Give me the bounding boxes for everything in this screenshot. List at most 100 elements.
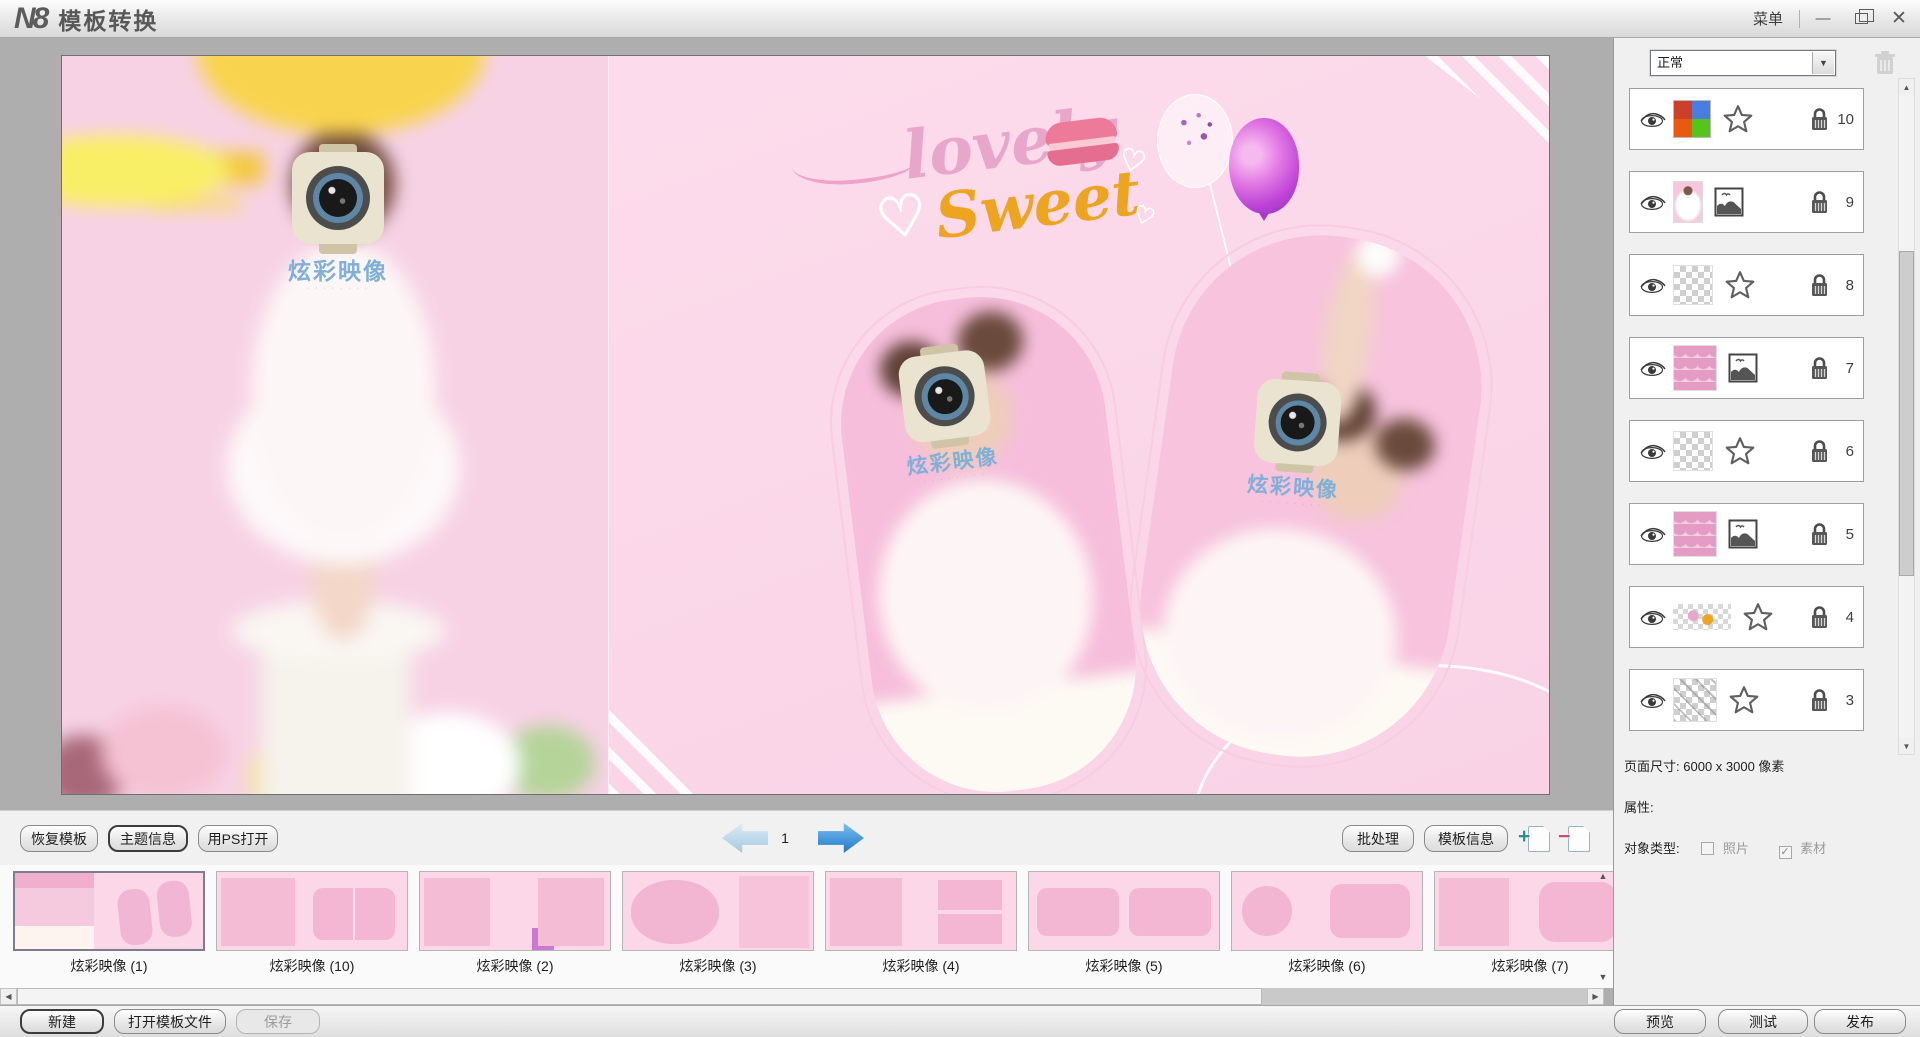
layer-row[interactable]: 10 <box>1629 88 1864 150</box>
right-page[interactable]: lovely Sweet ♡ ♡ ♡ 炫彩映像 <box>609 56 1550 795</box>
blend-mode-select[interactable]: 正常 ▼ <box>1650 50 1836 76</box>
next-page-button[interactable] <box>818 823 864 853</box>
chevron-down-icon[interactable]: ▼ <box>1812 52 1834 74</box>
lock-icon[interactable] <box>1809 272 1830 298</box>
eye-icon[interactable] <box>1639 443 1666 460</box>
layer-thumbnail <box>1673 100 1711 138</box>
scroll-right-icon[interactable]: ▶ <box>1587 988 1604 1005</box>
workspace: 炫彩映像 · · · · · · · · lovely Sweet ♡ ♡ ♡ <box>0 38 1613 810</box>
filmstrip-scrollbar[interactable]: ◀ ▶ <box>0 988 1604 1005</box>
scrollbar-thumb[interactable] <box>1899 251 1914 576</box>
page-thumbnail-label: 炫彩映像 (5) <box>1028 956 1220 976</box>
watermark-text: 炫彩映像 <box>278 252 398 286</box>
layer-row[interactable]: 4 <box>1629 586 1864 648</box>
eye-icon[interactable] <box>1639 692 1666 709</box>
star-icon <box>1724 435 1756 467</box>
confetti-balloon <box>1157 94 1233 188</box>
layers-scrollbar[interactable]: ▲ ▼ <box>1898 78 1915 755</box>
material-checkbox[interactable]: ✓ <box>1779 846 1792 859</box>
star-icon <box>1728 684 1760 716</box>
filmstrip-item[interactable]: 炫彩映像 (10) <box>216 871 408 976</box>
filmstrip-item[interactable]: 炫彩映像 (7) <box>1434 871 1613 976</box>
publish-button[interactable]: 发布 <box>1814 1009 1906 1034</box>
layer-thumbnail <box>1673 265 1713 305</box>
page-filmstrip: 炫彩映像 (1) 炫彩映像 (10) 炫彩映像 (2) 炫彩映像 (3) 炫彩映… <box>0 865 1613 988</box>
layer-row[interactable]: 6 <box>1629 420 1864 482</box>
left-page-photo[interactable]: 炫彩映像 · · · · · · · · <box>62 56 609 795</box>
filmstrip-item[interactable]: 炫彩映像 (4) <box>825 871 1017 976</box>
panel-info: 页面尺寸: 6000 x 3000 像素 属性: 对象类型: 照片 ✓ 素材 <box>1624 756 1914 881</box>
layer-number: 9 <box>1830 194 1854 211</box>
eye-icon[interactable] <box>1639 360 1666 377</box>
lock-icon[interactable] <box>1809 355 1830 381</box>
eye-icon[interactable] <box>1639 111 1666 128</box>
filmstrip-item[interactable]: 炫彩映像 (1) <box>13 871 205 976</box>
title-bar: N8 模板转换 菜单 — ✕ <box>0 0 1920 38</box>
new-button[interactable]: 新建 <box>20 1009 104 1034</box>
page-thumbnail-label: 炫彩映像 (6) <box>1231 956 1423 976</box>
page-thumbnail-label: 炫彩映像 (10) <box>216 956 408 976</box>
restore-button[interactable] <box>1844 6 1878 32</box>
lock-icon[interactable] <box>1809 521 1830 547</box>
test-button[interactable]: 测试 <box>1718 1009 1808 1034</box>
add-page-button[interactable]: + <box>1518 824 1552 854</box>
material-checkbox-label: 素材 <box>1800 841 1826 856</box>
prev-page-button[interactable] <box>722 823 768 853</box>
scroll-down-icon[interactable]: ▼ <box>1899 738 1914 754</box>
scroll-up-icon[interactable]: ▲ <box>1899 79 1914 95</box>
layer-row[interactable]: 9 <box>1629 171 1864 233</box>
theme-info-button[interactable]: 主题信息 <box>108 825 188 852</box>
minimize-button[interactable]: — <box>1806 6 1840 32</box>
layer-row[interactable]: 3 <box>1629 669 1864 731</box>
filmstrip-item[interactable]: 炫彩映像 (3) <box>622 871 814 976</box>
macaron-decor <box>1044 116 1121 168</box>
app-logo: N8 <box>14 2 46 36</box>
layer-number: 7 <box>1830 360 1854 377</box>
filmstrip-item[interactable]: 炫彩映像 (6) <box>1231 871 1423 976</box>
eye-icon[interactable] <box>1639 609 1666 626</box>
batch-process-button[interactable]: 批处理 <box>1342 825 1414 852</box>
close-button[interactable]: ✕ <box>1882 6 1916 32</box>
layer-thumbnail <box>1673 604 1731 630</box>
template-info-button[interactable]: 模板信息 <box>1424 825 1508 852</box>
layers-panel: 正常 ▼ 10 9 8 7 6 <box>1613 38 1920 1005</box>
page-size-label: 页面尺寸: <box>1624 759 1680 774</box>
scroll-up-icon[interactable]: ▲ <box>1596 869 1610 883</box>
filmstrip-item[interactable]: 炫彩映像 (2) <box>419 871 611 976</box>
photo-checkbox[interactable] <box>1701 842 1714 855</box>
eye-icon[interactable] <box>1639 277 1666 294</box>
bottom-bar: 新建 打开模板文件 保存 预览 测试 发布 <box>0 1005 1920 1037</box>
scrollbar-thumb[interactable] <box>17 988 1262 1005</box>
design-canvas[interactable]: 炫彩映像 · · · · · · · · lovely Sweet ♡ ♡ ♡ <box>61 55 1550 795</box>
object-type-label: 对象类型: <box>1624 841 1680 856</box>
lock-icon[interactable] <box>1809 438 1830 464</box>
lock-icon[interactable] <box>1809 189 1830 215</box>
trash-icon[interactable] <box>1870 48 1900 78</box>
lock-icon[interactable] <box>1809 604 1830 630</box>
lock-icon[interactable] <box>1809 687 1830 713</box>
page-thumbnail <box>419 871 611 951</box>
scroll-down-icon[interactable]: ▼ <box>1596 970 1610 984</box>
open-in-ps-button[interactable]: 用PS打开 <box>198 825 278 852</box>
layer-row[interactable]: 7 <box>1629 337 1864 399</box>
watermark-dots: · · · · · · · · <box>278 286 398 292</box>
heart-decor: ♡ <box>1115 141 1150 181</box>
menu-button[interactable]: 菜单 <box>1743 4 1793 33</box>
star-icon <box>1742 601 1774 633</box>
star-icon <box>1722 103 1754 135</box>
eye-icon[interactable] <box>1639 526 1666 543</box>
stripe-decor <box>609 671 759 795</box>
lock-icon[interactable] <box>1809 106 1830 132</box>
layer-row[interactable]: 5 <box>1629 503 1864 565</box>
restore-template-button[interactable]: 恢复模板 <box>20 825 98 852</box>
remove-page-button[interactable]: − <box>1558 824 1592 854</box>
eye-icon[interactable] <box>1639 194 1666 211</box>
open-template-file-button[interactable]: 打开模板文件 <box>114 1009 226 1034</box>
layer-row[interactable]: 8 <box>1629 254 1864 316</box>
layer-number: 4 <box>1830 609 1854 626</box>
scroll-left-icon[interactable]: ◀ <box>0 988 17 1005</box>
filmstrip-item[interactable]: 炫彩映像 (5) <box>1028 871 1220 976</box>
preview-button[interactable]: 预览 <box>1614 1009 1706 1034</box>
save-button[interactable]: 保存 <box>236 1009 320 1034</box>
page-thumbnail <box>622 871 814 951</box>
